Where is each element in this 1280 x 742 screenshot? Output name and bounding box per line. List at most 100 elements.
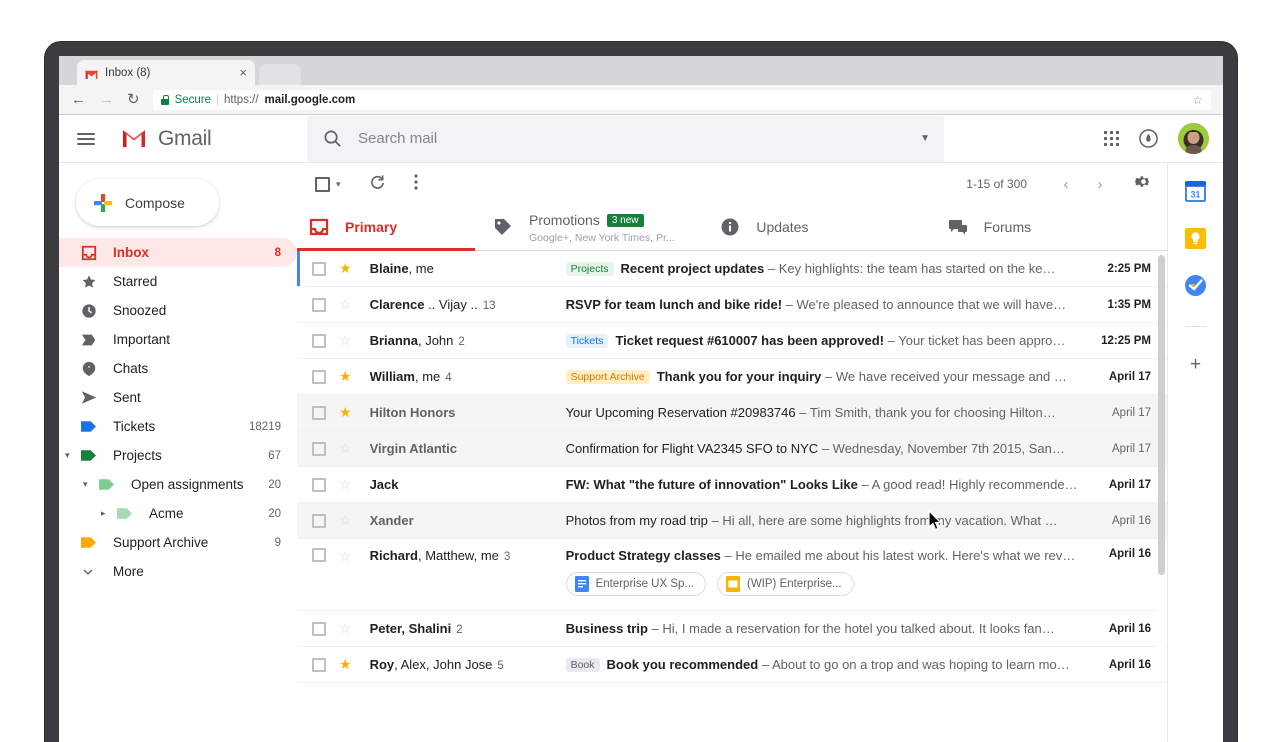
gear-icon[interactable] xyxy=(1135,174,1151,194)
scrollbar[interactable] xyxy=(1158,255,1165,675)
hamburger-icon[interactable] xyxy=(77,133,95,145)
row-checkbox[interactable] xyxy=(312,442,326,456)
email-row[interactable]: ☆JackFW: What "the future of innovation"… xyxy=(297,467,1167,503)
apps-grid-icon[interactable] xyxy=(1104,131,1119,146)
sender-names: Hilton Honors xyxy=(370,405,566,420)
forward-button[interactable]: → xyxy=(99,92,114,107)
email-row[interactable]: ★ Hilton HonorsYour Upcoming Reservation … xyxy=(297,395,1167,431)
category-tabs: PrimaryPromotions3 newGoogle+, New York … xyxy=(297,205,1167,251)
snippet: – Key highlights: the team has started o… xyxy=(768,261,1056,276)
star-icon[interactable]: ★ xyxy=(339,260,352,277)
date: 2:25 PM xyxy=(1089,263,1151,275)
label-chip[interactable]: Projects xyxy=(566,262,614,276)
select-all-checkbox[interactable] xyxy=(315,177,330,192)
sidebar-item-support-archive[interactable]: Support Archive9 xyxy=(59,528,297,557)
refresh-icon[interactable] xyxy=(369,174,386,195)
sidebar-item-tickets[interactable]: Tickets18219 xyxy=(59,412,297,441)
attachment-chip[interactable]: Enterprise UX Sp... xyxy=(566,572,706,596)
row-checkbox[interactable] xyxy=(312,406,326,420)
star-icon[interactable]: ☆ xyxy=(339,548,352,565)
sidebar-item-starred[interactable]: Starred xyxy=(59,267,297,296)
row-checkbox[interactable] xyxy=(312,622,326,636)
google-keep-icon[interactable] xyxy=(1185,228,1206,249)
tab-promotions[interactable]: Promotions3 newGoogle+, New York Times, … xyxy=(485,205,712,250)
compose-button[interactable]: Compose xyxy=(76,179,219,226)
chat-icon: " xyxy=(81,361,103,377)
more-vertical-icon[interactable] xyxy=(414,174,418,194)
row-checkbox[interactable] xyxy=(312,370,326,384)
next-page-button[interactable]: › xyxy=(1083,176,1117,193)
email-row[interactable]: ☆XanderPhotos from my road trip – Hi all… xyxy=(297,503,1167,539)
label-chip[interactable]: Tickets xyxy=(566,334,609,348)
google-tasks-icon[interactable] xyxy=(1185,275,1206,296)
select-all-caret-icon[interactable]: ▾ xyxy=(336,179,341,190)
star-icon[interactable]: ☆ xyxy=(339,476,352,493)
sidebar-item-open-assignments[interactable]: ▾Open assignments20 xyxy=(59,470,297,499)
message-summary: Product Strategy classes – He emailed me… xyxy=(566,548,1089,596)
bookmark-star-icon[interactable]: ☆ xyxy=(1192,93,1203,107)
address-bar[interactable]: Secure https:// mail.google.com ☆ xyxy=(153,90,1211,110)
scrollbar-thumb[interactable] xyxy=(1158,255,1165,575)
star-icon[interactable]: ★ xyxy=(339,368,352,385)
email-row[interactable]: ☆Brianna, John2TicketsTicket request #61… xyxy=(297,323,1167,359)
label-chip[interactable]: Support Archive xyxy=(566,370,650,384)
row-checkbox[interactable] xyxy=(312,478,326,492)
sidebar-item-sent[interactable]: Sent xyxy=(59,383,297,412)
bell-icon[interactable] xyxy=(1139,129,1158,148)
avatar[interactable] xyxy=(1178,123,1209,154)
new-tab-area[interactable] xyxy=(259,64,301,85)
email-row[interactable]: ☆Clarence .. Vijay ..13RSVP for team lun… xyxy=(297,287,1167,323)
email-row[interactable]: ★Blaine, meProjectsRecent project update… xyxy=(297,251,1167,287)
star-icon[interactable]: ★ xyxy=(339,404,352,421)
email-row[interactable]: ☆Richard, Matthew, me3Product Strategy c… xyxy=(297,539,1167,611)
attachment-chip[interactable]: (WIP) Enterprise... xyxy=(717,572,854,596)
expand-twisty-icon[interactable]: ▾ xyxy=(83,480,88,489)
star-icon[interactable]: ☆ xyxy=(339,512,352,529)
tab-updates[interactable]: Updates xyxy=(712,205,939,250)
add-addon-button[interactable]: + xyxy=(1190,355,1201,374)
star-icon[interactable]: ☆ xyxy=(339,620,352,637)
star-icon[interactable]: ☆ xyxy=(339,296,352,313)
sidebar-item-chats[interactable]: "Chats xyxy=(59,354,297,383)
expand-twisty-icon[interactable]: ▾ xyxy=(65,451,70,460)
browser-tab[interactable]: Inbox (8) × xyxy=(77,60,255,85)
sidebar-item-label: Acme xyxy=(139,506,268,521)
email-row[interactable]: ☆Peter, Shalini2Business trip – Hi, I ma… xyxy=(297,611,1167,647)
row-checkbox[interactable] xyxy=(312,514,326,528)
search-bar[interactable]: ▼ xyxy=(307,116,944,162)
sidebar-item-snoozed[interactable]: Snoozed xyxy=(59,296,297,325)
sidebar-item-label: Tickets xyxy=(103,419,249,434)
google-calendar-icon[interactable]: 31 xyxy=(1185,181,1206,202)
sidebar-item-inbox[interactable]: Inbox8 xyxy=(59,238,297,267)
star-icon[interactable]: ☆ xyxy=(339,440,352,457)
email-row[interactable]: ☆Virgin AtlanticConfirmation for Flight … xyxy=(297,431,1167,467)
sidebar-item-projects[interactable]: ▾Projects67 xyxy=(59,441,297,470)
expand-twisty-icon[interactable]: ▸ xyxy=(101,509,106,518)
row-checkbox[interactable] xyxy=(312,548,326,562)
row-checkbox[interactable] xyxy=(312,334,326,348)
back-button[interactable]: ← xyxy=(71,92,86,107)
email-row[interactable]: ★Roy, Alex, John Jose5BookBook you recom… xyxy=(297,647,1167,683)
sidebar-item-acme[interactable]: ▸Acme20 xyxy=(59,499,297,528)
reload-button[interactable]: ↻ xyxy=(127,92,140,107)
message-summary: Your Upcoming Reservation #20983746 – Ti… xyxy=(566,405,1089,420)
sidebar-item-important[interactable]: Important xyxy=(59,325,297,354)
subject: Book you recommended xyxy=(607,657,759,672)
gmail-logo: Gmail xyxy=(121,127,301,151)
tab-primary[interactable]: Primary xyxy=(297,205,485,250)
row-checkbox[interactable] xyxy=(312,658,326,672)
message-summary: Business trip – Hi, I made a reservation… xyxy=(566,621,1089,636)
row-checkbox[interactable] xyxy=(312,262,326,276)
email-row[interactable]: ★William, me4Support ArchiveThank you fo… xyxy=(297,359,1167,395)
prev-page-button[interactable]: ‹ xyxy=(1049,176,1083,193)
snippet: – We have received your message and … xyxy=(825,369,1067,384)
sidebar-item-more[interactable]: More xyxy=(59,557,297,586)
label-chip[interactable]: Book xyxy=(566,658,600,672)
row-checkbox[interactable] xyxy=(312,298,326,312)
tab-forums[interactable]: Forums xyxy=(940,205,1167,250)
star-icon[interactable]: ☆ xyxy=(339,332,352,349)
chevron-down-icon[interactable]: ▼ xyxy=(920,133,930,144)
star-icon[interactable]: ★ xyxy=(339,656,352,673)
search-input[interactable] xyxy=(358,130,904,147)
close-icon[interactable]: × xyxy=(239,66,247,79)
